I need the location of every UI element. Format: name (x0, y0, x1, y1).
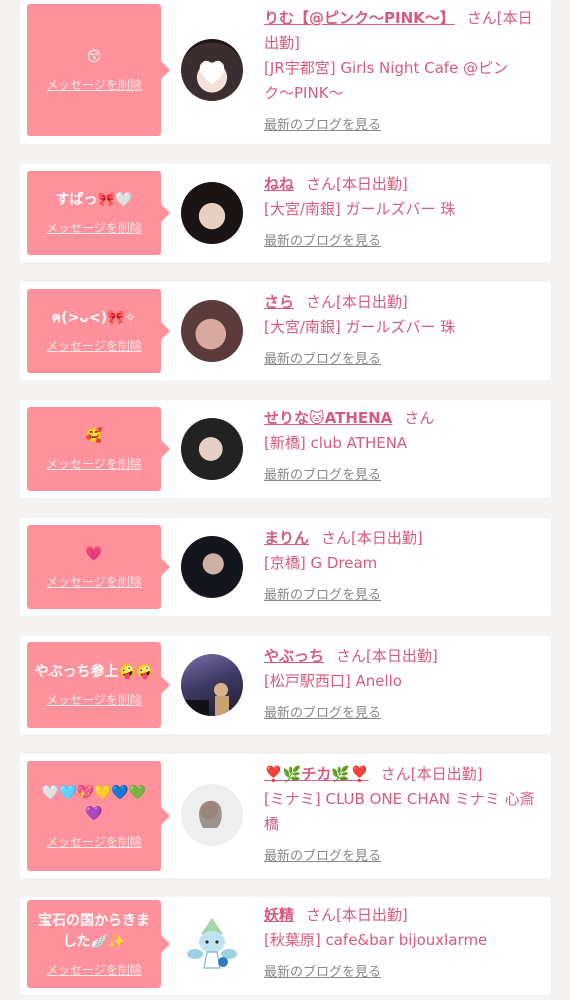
cast-name-link[interactable]: ねね (264, 175, 294, 193)
honorific: さん (380, 765, 411, 783)
message-bubble: やぶっち参上🤪🤪 メッセージを削除 (27, 642, 170, 728)
status-text: [本日出勤] (366, 647, 438, 665)
status-text: [本日出勤] (336, 293, 408, 311)
list-item: ฅ(>ᴗ<)🎀✧ メッセージを削除 さら さん[本日出勤] [大宮/南銀] ガール… (20, 282, 551, 380)
latest-blog-link[interactable]: 最新のブログを見る (264, 230, 381, 249)
message-text: 😚 (86, 49, 102, 65)
latest-blog-link[interactable]: 最新のブログを見る (264, 584, 381, 603)
honorific: さん (404, 409, 435, 427)
shop-text: [新橋] club ATHENA (264, 434, 408, 452)
cast-name-link[interactable]: 妖精 (264, 906, 294, 924)
honorific: さん (466, 9, 497, 27)
avatar[interactable] (181, 182, 243, 244)
fairy-mascot-icon (187, 918, 237, 969)
list-item: やぶっち参上🤪🤪 メッセージを削除 やぶっち さん[本日出勤] [松戸駅西口] A… (20, 636, 551, 734)
message-text: やぶっち参上🤪🤪 (34, 664, 154, 680)
avatar[interactable] (181, 654, 243, 716)
message-bubble: 🥰 メッセージを削除 (27, 407, 170, 491)
latest-blog-link[interactable]: 最新のブログを見る (264, 702, 381, 721)
portrait-icon (199, 800, 222, 828)
shop-text: [松戸駅西口] Anello (264, 672, 402, 690)
message-bubble: ฅ(>ᴗ<)🎀✧ メッセージを削除 (27, 289, 170, 373)
delete-message-button[interactable]: メッセージを削除 (46, 691, 142, 708)
list-item: 🥰 メッセージを削除 せりな🐱ATHENA さん [新橋] club ATHENA… (20, 400, 551, 498)
message-text: すばっ🎀🤍 (55, 192, 133, 208)
latest-blog-link[interactable]: 最新のブログを見る (264, 348, 381, 367)
message-bubble: 😚 メッセージを削除 (27, 4, 170, 136)
message-bubble: 🤍🩵💖💛💙💚💜 メッセージを削除 (27, 761, 170, 871)
cast-name-link[interactable]: ❣️🌿チカ🌿❣️ (264, 765, 369, 783)
avatar[interactable] (181, 39, 243, 101)
latest-blog-link[interactable]: 最新のブログを見る (264, 845, 381, 864)
status-text: [本日出勤] (351, 529, 423, 547)
honorific: さん (306, 175, 337, 193)
heart-sticker-icon (199, 60, 225, 84)
honorific: さん (306, 906, 337, 924)
shop-text: [秋葉原] cafe&bar bijouxlarme (264, 931, 488, 949)
delete-message-button[interactable]: メッセージを削除 (46, 219, 142, 236)
list-item: 宝石の国からきました🪽✨ メッセージを削除 妖精 さん[本日出勤] [秋葉原] c… (20, 897, 551, 995)
delete-message-button[interactable]: メッセージを削除 (46, 76, 142, 93)
latest-blog-link[interactable]: 最新のブログを見る (264, 464, 381, 483)
shop-text: [大宮/南銀] ガールズバー 珠 (264, 200, 456, 218)
night-photo-icon (185, 683, 229, 716)
honorific: さん (336, 647, 367, 665)
message-list: 😚 メッセージを削除 りむ【@ピンク〜PINK〜】 さん[本日出勤] [JR宇都宮… (0, 0, 570, 1000)
delete-message-button[interactable]: メッセージを削除 (46, 337, 142, 354)
delete-message-button[interactable]: メッセージを削除 (46, 961, 142, 978)
shop-text: [大宮/南銀] ガールズバー 珠 (264, 318, 456, 336)
shop-text: [ミナミ] CLUB ONE CHAN ミナミ 心斎橋 (264, 790, 535, 833)
list-item: 🤍🩵💖💛💙💚💜 メッセージを削除 ❣️🌿チカ🌿❣️ さん[本日出勤] [ミナミ] … (20, 754, 551, 878)
avatar[interactable] (181, 536, 243, 598)
avatar[interactable] (181, 418, 243, 480)
cast-name-link[interactable]: やぶっち (264, 647, 324, 665)
honorific: さん (306, 293, 337, 311)
avatar[interactable] (181, 784, 243, 846)
message-text: 💗 (85, 546, 103, 562)
message-bubble: すばっ🎀🤍 メッセージを削除 (27, 171, 170, 255)
shop-text: [JR宇都宮] Girls Night Cafe @ピンク〜PINK〜 (264, 59, 509, 102)
latest-blog-link[interactable]: 最新のブログを見る (264, 961, 381, 980)
list-item: すばっ🎀🤍 メッセージを削除 ねね さん[本日出勤] [大宮/南銀] ガールズバー… (20, 164, 551, 262)
cast-name-link[interactable]: りむ【@ピンク〜PINK〜】 (264, 9, 455, 27)
avatar[interactable] (181, 300, 243, 362)
cast-name-link[interactable]: せりな🐱ATHENA (264, 409, 392, 427)
delete-message-button[interactable]: メッセージを削除 (46, 455, 142, 472)
message-bubble: 宝石の国からきました🪽✨ メッセージを削除 (27, 900, 170, 988)
honorific: さん (321, 529, 352, 547)
list-item: 💗 メッセージを削除 まりん さん[本日出勤] [京橋] G Dream 最新のブ… (20, 518, 551, 616)
message-text: ฅ(>ᴗ<)🎀✧ (51, 310, 137, 326)
list-item: 😚 メッセージを削除 りむ【@ピンク〜PINK〜】 さん[本日出勤] [JR宇都宮… (20, 0, 551, 144)
message-text: 宝石の国からきました🪽✨ (38, 912, 150, 950)
latest-blog-link[interactable]: 最新のブログを見る (264, 114, 381, 133)
shop-text: [京橋] G Dream (264, 554, 378, 572)
message-bubble: 💗 メッセージを削除 (27, 525, 170, 609)
cast-name-link[interactable]: まりん (264, 529, 309, 547)
message-text: 🥰 (85, 428, 103, 444)
status-text: [本日出勤] (336, 175, 408, 193)
status-text: [本日出勤] (410, 765, 483, 783)
delete-message-button[interactable]: メッセージを削除 (46, 833, 142, 850)
delete-message-button[interactable]: メッセージを削除 (46, 573, 142, 590)
cast-name-link[interactable]: さら (264, 293, 294, 311)
message-text: 🤍🩵💖💛💙💚💜 (41, 784, 147, 822)
status-text: [本日出勤] (336, 906, 408, 924)
avatar[interactable] (181, 912, 243, 974)
